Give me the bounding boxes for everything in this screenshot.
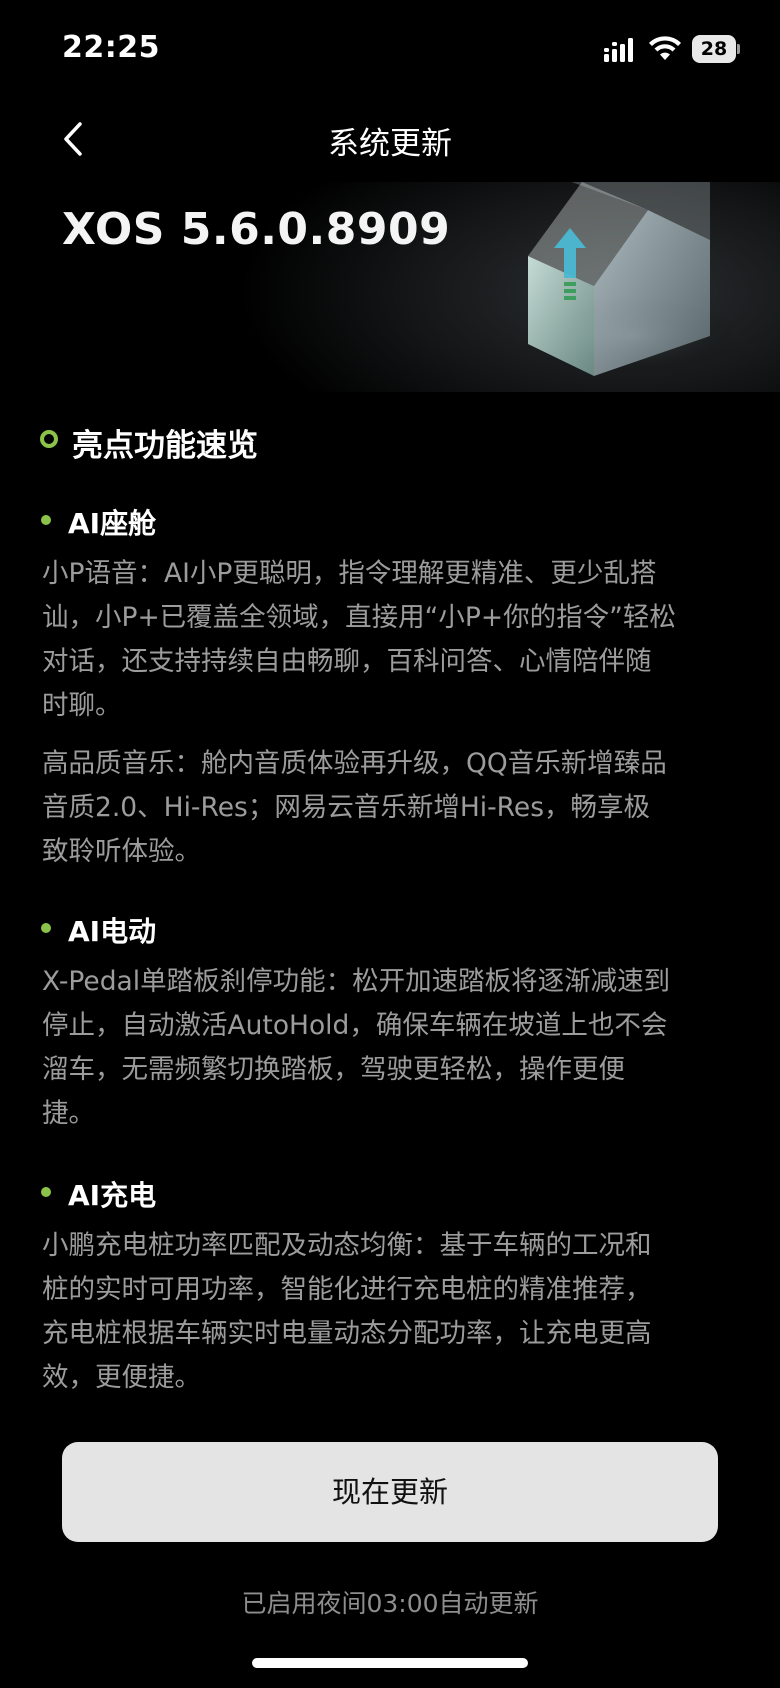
section-title: AI充电 (68, 1179, 157, 1212)
page-title: 系统更新 (328, 126, 452, 162)
text-line: 充电桩根据车辆实时电量动态分配功率，让充电更高 (42, 1318, 652, 1349)
cellular-signal-icon (604, 38, 633, 62)
text-line: 音质2.0、Hi-Res；网易云音乐新增Hi-Res，畅享极 (42, 792, 651, 823)
text-line: 捷。 (42, 1098, 95, 1129)
bullet-dot-icon (41, 923, 51, 933)
home-indicator[interactable] (252, 1658, 528, 1668)
text-line: 溜车，无需频繁切换踏板，驾驶更轻松，操作更便 (42, 1054, 625, 1085)
text-line: 效，更便捷。 (42, 1362, 201, 1393)
text-line: 时聊。 (42, 690, 122, 721)
bullet-dot-icon (41, 1187, 51, 1197)
version-label: XOS 5.6.0.8909 (62, 204, 451, 255)
hero-banner: XOS 5.6.0.8909 (0, 182, 780, 392)
text-line: 对话，还支持持续自由畅聊，百科问答、心情陪伴随 (42, 646, 652, 677)
feature-description: 高品质音乐：舱内音质体验再升级，QQ音乐新增臻品 音质2.0、Hi-Res；网易… (42, 742, 747, 874)
feature-description: 小P语音：AI小P更聪明，指令理解更精准、更少乱搭 讪，小P+已覆盖全领域，直接… (42, 552, 747, 728)
text-line: 小鹏充电桩功率匹配及动态均衡：基于车辆的工况和 (42, 1230, 652, 1261)
text-line: 讪，小P+已覆盖全领域，直接用“小P+你的指令”轻松 (42, 602, 676, 633)
status-time: 22:25 (62, 30, 160, 65)
text-line: 小P语音：AI小P更聪明，指令理解更精准、更少乱搭 (42, 558, 657, 589)
text-line: X-Pedal单踏板刹停功能：松开加速踏板将逐渐减速到 (42, 966, 671, 997)
feature-description: X-Pedal单踏板刹停功能：松开加速踏板将逐渐减速到 停止，自动激活AutoH… (42, 960, 747, 1136)
battery-tip (737, 44, 740, 54)
status-bar: 22:25 28 (0, 0, 780, 100)
wifi-icon (649, 36, 681, 60)
section-title: AI座舱 (68, 507, 157, 540)
text-line: 高品质音乐：舱内音质体验再升级，QQ音乐新增臻品 (42, 748, 667, 779)
bullet-dot-icon (41, 515, 51, 525)
battery-icon: 28 (692, 35, 740, 63)
update-now-button[interactable]: 现在更新 (62, 1442, 718, 1542)
text-line: 致聆听体验。 (42, 836, 201, 867)
section-title: AI电动 (68, 915, 157, 948)
text-line: 停止，自动激活AutoHold，确保车辆在坡道上也不会 (42, 1010, 668, 1041)
ring-bullet-icon (40, 430, 58, 448)
battery-level: 28 (700, 38, 728, 60)
update-cube-icon (522, 182, 732, 376)
auto-update-note: 已启用夜间03:00自动更新 (241, 1589, 539, 1618)
text-line: 桩的实时可用功率，智能化进行充电桩的精准推荐， (42, 1274, 652, 1305)
nav-bar: 系统更新 (0, 100, 780, 182)
highlights-title: 亮点功能速览 (72, 428, 258, 464)
feature-description: 小鹏充电桩功率匹配及动态均衡：基于车辆的工况和 桩的实时可用功率，智能化进行充电… (42, 1224, 747, 1400)
